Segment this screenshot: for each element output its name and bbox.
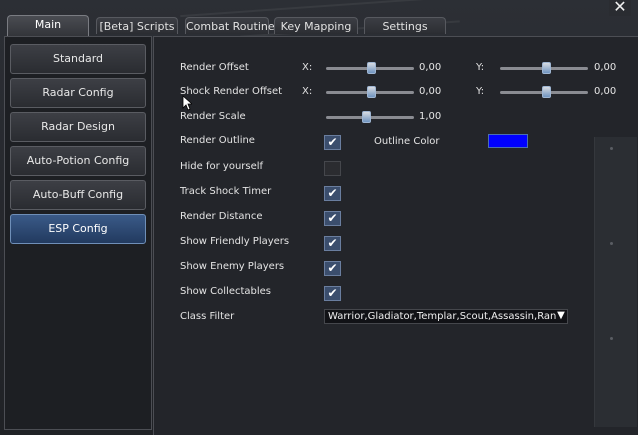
render-scale-label: Render Scale: [180, 111, 246, 122]
sidebar-item-auto-potion-config[interactable]: Auto-Potion Config: [10, 146, 146, 176]
show-enemy-players-checkbox[interactable]: ✔: [324, 261, 341, 276]
shock-render-offset-label: Shock Render Offset: [180, 86, 283, 97]
class-filter-dropdown[interactable]: Warrior,Gladiator,Templar,Scout,Assassin…: [324, 309, 568, 324]
sidebar-item-esp-config[interactable]: ESP Config: [10, 214, 146, 244]
render-scale-slider-handle[interactable]: [362, 111, 371, 123]
outline-color-swatch[interactable]: [488, 134, 528, 148]
render-distance-label: Render Distance: [180, 211, 263, 222]
tab-settings[interactable]: Settings: [364, 17, 446, 34]
tab-main[interactable]: Main: [7, 15, 89, 36]
close-icon[interactable]: ✕: [609, 0, 631, 16]
show-friendly-players-label: Show Friendly Players: [180, 236, 290, 247]
track-shock-timer-checkbox[interactable]: ✔: [324, 186, 341, 201]
background-streak: [180, 0, 440, 18]
decorative-dot: [610, 337, 613, 340]
sidebar: Standard Radar Config Radar Design Auto-…: [4, 36, 152, 430]
decorative-side-strip: [594, 137, 637, 427]
shock-render-offset-y-slider-handle[interactable]: [542, 86, 551, 98]
render-scale-value: 1,00: [419, 111, 442, 122]
render-offset-y-value: 0,00: [594, 62, 617, 73]
render-offset-x-label: X:: [302, 62, 313, 73]
shock-render-offset-x-slider-handle[interactable]: [367, 86, 376, 98]
esp-config-window: Main [Beta] Scripts Combat Routine Key M…: [0, 0, 638, 435]
shock-render-offset-y-label: Y:: [476, 86, 485, 97]
tab-beta-scripts[interactable]: [Beta] Scripts: [96, 17, 178, 34]
hide-for-yourself-label: Hide for yourself: [180, 161, 264, 172]
decorative-dot: [610, 147, 613, 150]
tab-combat-routine[interactable]: Combat Routine: [185, 17, 275, 34]
render-offset-x-slider-handle[interactable]: [367, 62, 376, 74]
show-friendly-players-checkbox[interactable]: ✔: [324, 236, 341, 251]
shock-render-offset-x-value: 0,00: [419, 86, 442, 97]
track-shock-timer-label: Track Shock Timer: [180, 186, 272, 197]
sidebar-item-auto-buff-config[interactable]: Auto-Buff Config: [10, 180, 146, 210]
sidebar-item-standard[interactable]: Standard: [10, 44, 146, 74]
decorative-dot: [610, 242, 613, 245]
sidebar-item-radar-design[interactable]: Radar Design: [10, 112, 146, 142]
show-collectables-checkbox[interactable]: ✔: [324, 286, 341, 301]
shock-render-offset-y-value: 0,00: [594, 86, 617, 97]
render-offset-x-value: 0,00: [419, 62, 442, 73]
sidebar-item-radar-config[interactable]: Radar Config: [10, 78, 146, 108]
shock-render-offset-x-label: X:: [302, 86, 313, 97]
render-outline-checkbox[interactable]: ✔: [324, 135, 341, 150]
tab-key-mapping[interactable]: Key Mapping: [274, 17, 358, 34]
render-offset-label: Render Offset: [180, 62, 249, 73]
outline-color-label: Outline Color: [374, 136, 440, 147]
class-filter-label: Class Filter: [180, 311, 235, 322]
render-outline-label: Render Outline: [180, 135, 255, 146]
show-collectables-label: Show Collectables: [180, 286, 272, 297]
mouse-cursor-icon: [182, 95, 192, 111]
chevron-down-icon[interactable]: ▼: [555, 309, 567, 323]
hide-for-yourself-checkbox[interactable]: [324, 161, 341, 176]
esp-config-panel: Render Offset X: 0,00 Y: 0,00 Shock Rend…: [153, 36, 638, 435]
render-offset-y-slider-handle[interactable]: [542, 62, 551, 74]
render-distance-checkbox[interactable]: ✔: [324, 211, 341, 226]
show-enemy-players-label: Show Enemy Players: [180, 261, 285, 272]
render-offset-y-label: Y:: [476, 62, 485, 73]
